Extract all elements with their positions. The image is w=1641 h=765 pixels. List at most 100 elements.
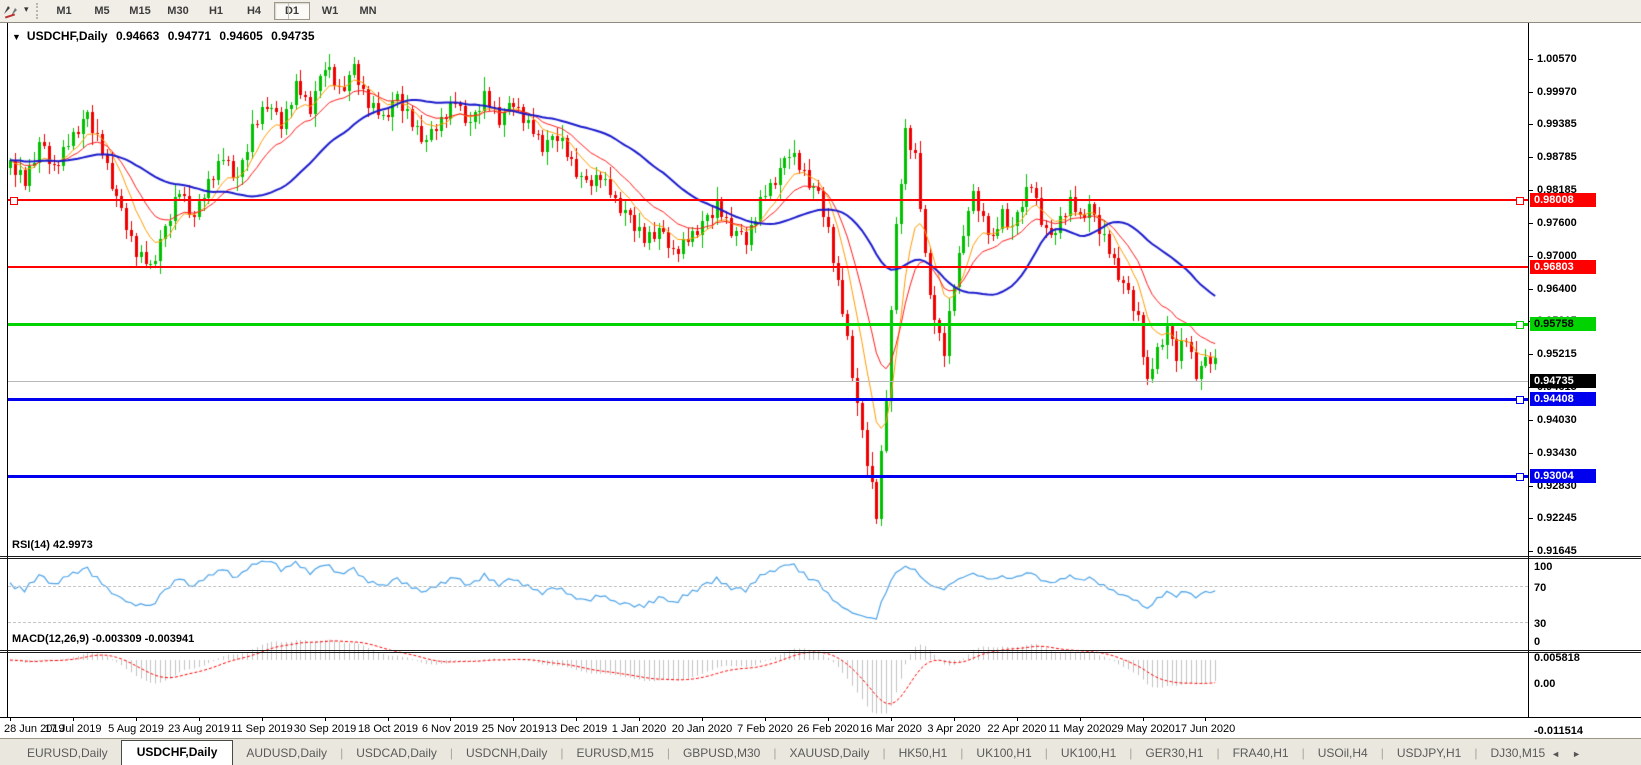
- horizontal-level-line[interactable]: [8, 475, 1528, 478]
- date-axis-label: 16 Mar 2020: [860, 723, 922, 735]
- price-axis-tick: [1529, 157, 1533, 158]
- date-axis-label: 30 Sep 2019: [293, 723, 357, 735]
- chart-tool-caret-icon[interactable]: ▾: [24, 4, 29, 15]
- date-axis-tick: [639, 718, 640, 721]
- tab-scroll-left-icon[interactable]: ◄: [1551, 749, 1572, 759]
- pane-divider[interactable]: [0, 558, 1641, 559]
- chart-tab-gbpusd-m30[interactable]: GBPUSD,M30: [670, 743, 773, 765]
- price-axis-tick-label: 1.00570: [1537, 53, 1577, 65]
- date-axis-label: 13 Dec 2019: [544, 723, 608, 735]
- price-axis-tick: [1529, 486, 1533, 487]
- chart-tab-hk50-h1[interactable]: HK50,H1: [886, 743, 961, 765]
- price-axis-tick-label: 0.99970: [1537, 86, 1577, 98]
- tab-scrollers: ◄►: [1551, 749, 1593, 759]
- timeframe-button-h1[interactable]: H1: [198, 2, 234, 20]
- macd-axis-label: 0.00: [1534, 678, 1556, 690]
- chart-tab-eurusd-daily[interactable]: EURUSD,Daily: [14, 743, 121, 765]
- price-axis-tick: [1529, 59, 1533, 60]
- date-axis-tick: [513, 718, 514, 721]
- chart-title: ▼ USDCHF,Daily 0.94663 0.94771 0.94605 0.…: [12, 29, 320, 43]
- date-axis-tick: [199, 718, 200, 721]
- chart-tab-bar: EURUSD,Daily USDCHF,Daily AUDUSD,Daily | USD…: [0, 738, 1641, 765]
- timeframe-button-m30[interactable]: M30: [160, 2, 196, 20]
- rsi-axis-label: 100: [1534, 561, 1553, 573]
- price-axis-tick: [1529, 124, 1533, 125]
- chart-tool-icon[interactable]: [2, 2, 24, 20]
- date-axis-tick: [1017, 718, 1018, 721]
- chart-tab-usoil-h4[interactable]: USOil,H4: [1305, 743, 1381, 765]
- date-axis-tick: [1080, 718, 1081, 721]
- chart-tab-usdchf-daily[interactable]: USDCHF,Daily: [120, 740, 234, 765]
- timeframe-button-m15[interactable]: M15: [122, 2, 158, 20]
- chart-tab-usdcad-daily[interactable]: USDCAD,Daily: [343, 743, 450, 765]
- timeframe-button-w1[interactable]: W1: [312, 2, 348, 20]
- chart-window: ▼ USDCHF,Daily 0.94663 0.94771 0.94605 0.…: [0, 23, 1641, 738]
- date-axis-tick: [10, 718, 11, 721]
- price-chart-canvas[interactable]: [8, 23, 1529, 717]
- horizontal-level-line[interactable]: [8, 266, 1528, 268]
- date-axis-tick: [765, 718, 766, 721]
- chart-tab-ger30-h1[interactable]: GER30,H1: [1132, 743, 1216, 765]
- rsi-axis-label: 70: [1534, 582, 1547, 594]
- level-handle[interactable]: [1516, 321, 1524, 329]
- date-axis-tick: [262, 718, 263, 721]
- chart-tab-uk100-h1[interactable]: UK100,H1: [1048, 743, 1129, 765]
- timeframe-toolbar: ▾ M1 M5 M15 M30 H1 H4 D1 W1 MN: [0, 0, 1641, 23]
- rsi-axis-label: 30: [1534, 618, 1547, 630]
- date-axis-tick: [891, 718, 892, 721]
- pane-divider[interactable]: [0, 652, 1641, 653]
- date-axis-label: 11 May 2020: [1048, 723, 1112, 735]
- level-handle[interactable]: [1516, 473, 1524, 481]
- horizontal-level-line[interactable]: [8, 398, 1528, 401]
- timeframe-button-m1[interactable]: M1: [46, 2, 82, 20]
- chart-tab-dj30-m15[interactable]: DJ30,M15: [1477, 743, 1558, 765]
- price-axis-tick-label: 0.98785: [1537, 151, 1577, 163]
- level-handle[interactable]: [1516, 396, 1524, 404]
- pane-divider[interactable]: [0, 556, 1641, 557]
- date-axis-label: 18 Oct 2019: [358, 723, 418, 735]
- price-axis-tick: [1529, 190, 1533, 191]
- date-axis-label: 20 Jan 2020: [671, 723, 733, 735]
- horizontal-level-line[interactable]: [8, 199, 1528, 201]
- chart-collapse-icon[interactable]: ▼: [12, 32, 21, 42]
- trading-terminal: ▾ M1 M5 M15 M30 H1 H4 D1 W1 MN ▼ USDCHF,Daily 0.9…: [0, 0, 1641, 765]
- price-axis-tick: [1529, 289, 1533, 290]
- level-handle[interactable]: [1516, 197, 1524, 205]
- current-price-chip: 0.94735: [1530, 374, 1596, 388]
- timeframe-button-mn[interactable]: MN: [350, 2, 386, 20]
- chart-tab-audusd-daily[interactable]: AUDUSD,Daily: [233, 743, 340, 765]
- chart-tab-xauusd-daily[interactable]: XAUUSD,Daily: [776, 743, 882, 765]
- price-axis-tick: [1529, 551, 1533, 552]
- rsi-level-dashed-line: [8, 622, 1528, 623]
- price-axis-tick: [1529, 518, 1533, 519]
- rsi-axis-label: 0: [1534, 636, 1541, 648]
- chart-tab-eurusd-m15[interactable]: EURUSD,M15: [563, 743, 666, 765]
- horizontal-level-line[interactable]: [8, 323, 1528, 326]
- date-axis-tick: [954, 718, 955, 721]
- timeframe-button-d1[interactable]: D1: [274, 2, 310, 20]
- rsi-level-dashed-line: [8, 586, 1528, 587]
- date-axis-tick: [1143, 718, 1144, 721]
- date-axis-tick: [828, 718, 829, 721]
- price-axis-tick: [1529, 92, 1533, 93]
- ohlc-open: 0.94663: [115, 29, 160, 43]
- date-axis-label: 3 Apr 2020: [927, 723, 981, 735]
- price-axis-tick-label: 0.95215: [1537, 348, 1577, 360]
- date-axis-label: 17 Jun 2020: [1174, 723, 1236, 735]
- timeframe-button-m5[interactable]: M5: [84, 2, 120, 20]
- chart-tab-usdcnh-daily[interactable]: USDCNH,Daily: [453, 743, 560, 765]
- chart-tab-fra40-h1[interactable]: FRA40,H1: [1220, 743, 1302, 765]
- chart-tab-usdjpy-h1[interactable]: USDJPY,H1: [1384, 743, 1474, 765]
- chart-symbol-label: USDCHF,Daily: [26, 29, 108, 43]
- level-handle[interactable]: [10, 197, 18, 205]
- price-axis-tick-label: 0.99385: [1537, 118, 1577, 130]
- price-axis-tick-label: 0.94030: [1537, 414, 1577, 426]
- tab-scroll-right-icon[interactable]: ►: [1572, 749, 1593, 759]
- level-price-chip: 0.95758: [1530, 317, 1596, 331]
- price-axis-border: [1528, 23, 1529, 717]
- toolbar-grip[interactable]: [36, 3, 41, 19]
- chart-tab-uk100-h1[interactable]: UK100,H1: [963, 743, 1044, 765]
- price-axis-tick: [1529, 354, 1533, 355]
- pane-divider[interactable]: [0, 650, 1641, 651]
- timeframe-button-h4[interactable]: H4: [236, 2, 272, 20]
